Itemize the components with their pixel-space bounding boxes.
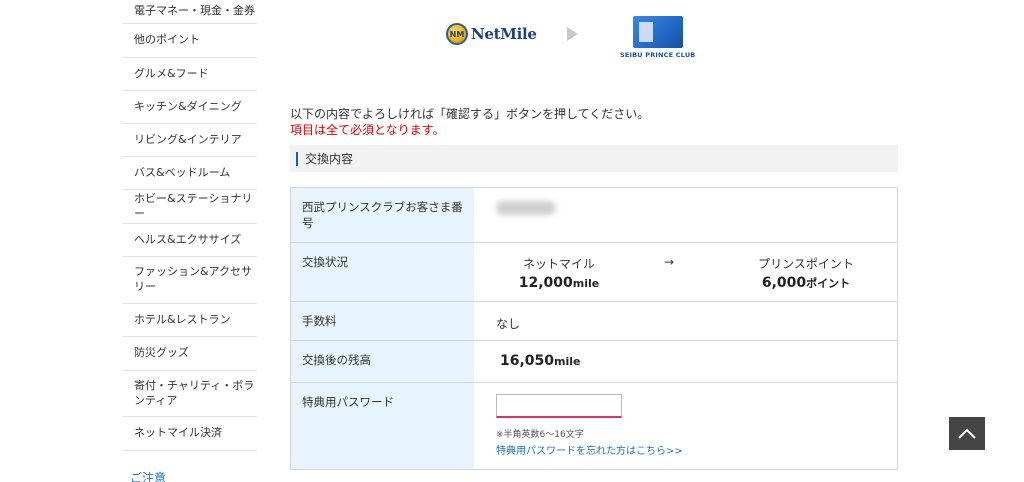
member-number-value (474, 188, 897, 242)
page: 電子マネー・現金・金券 他のポイント グルメ&フード キッチン&ダイニング リビ… (0, 0, 1024, 482)
sidebar-item-other-points[interactable]: 他のポイント (122, 24, 257, 58)
balance-label: 交換後の残高 (291, 341, 474, 382)
sidebar-item-fashion[interactable]: ファッション&アクセサリー (122, 257, 257, 304)
netmile-mark-icon: NM (446, 23, 468, 45)
sidebar-item-e-money[interactable]: 電子マネー・現金・金券 (122, 0, 257, 24)
table-row-member-number: 西武プリンスクラブお客さま番号 (291, 188, 897, 243)
to-amount: 6,000ポイント (761, 275, 851, 291)
exchange-status-label: 交換状況 (291, 243, 474, 301)
fee-label: 手数料 (291, 302, 474, 340)
seibu-prince-card-icon (633, 16, 683, 48)
sidebar-item-kitchen[interactable]: キッチン&ダイニング (122, 91, 257, 124)
sidebar-item-health[interactable]: ヘルス&エクササイズ (122, 224, 257, 257)
exchange-logos: NM NetMile SEIBU PRINCE CLUB (440, 10, 740, 65)
section-header: 交換内容 (290, 145, 898, 172)
password-value: ※半角英数6〜16文字 特典用パスワードを忘れた方はこちら>> (474, 383, 897, 469)
sidebar-item-netmile-payment[interactable]: ネットマイル決済 (122, 417, 257, 451)
exchange-to: プリンスポイント 6,000ポイント (736, 255, 876, 291)
table-row-password: 特典用パスワード ※半角英数6〜16文字 特典用パスワードを忘れた方はこちら>> (291, 383, 897, 469)
sidebar-item-gourmet[interactable]: グルメ&フード (122, 58, 257, 91)
balance-amount: 16,050mile (500, 353, 581, 369)
redacted-member-number (496, 201, 556, 215)
password-input[interactable] (496, 394, 622, 418)
required-notice: 項目は全て必須となります。 (290, 123, 445, 137)
sidebar-item-disaster[interactable]: 防災グッズ (122, 337, 257, 371)
netmile-logo-text: NetMile (471, 25, 537, 43)
forgot-password-link[interactable]: 特典用パスワードを忘れた方はこちら>> (496, 442, 683, 457)
scroll-top-button[interactable] (949, 417, 985, 450)
table-row-balance: 交換後の残高 16,050mile (291, 341, 897, 383)
play-arrow-icon (567, 27, 578, 41)
fee-value: なし (496, 317, 521, 331)
sidebar-item-charity[interactable]: 寄付・チャリティ・ボランティア (122, 371, 257, 417)
exchange-details-table: 西武プリンスクラブお客さま番号 交換状況 ネットマイル 12,000mile →… (290, 187, 898, 470)
exchange-status-value: ネットマイル 12,000mile → プリンスポイント 6,000ポイント (474, 243, 897, 301)
sidebar-item-hobby[interactable]: ホビー&ステーショナリー (122, 190, 257, 224)
balance-value: 16,050mile (474, 341, 897, 382)
from-label: ネットマイル (522, 257, 595, 271)
sidebar-item-hotel[interactable]: ホテル&レストラン (122, 304, 257, 337)
password-hint: ※半角英数6〜16文字 (496, 430, 584, 440)
chevron-up-icon (958, 428, 976, 439)
instruction-text: 以下の内容でよろしければ「確認する」ボタンを押してください。 (290, 107, 650, 121)
notice-link[interactable]: ご注意 (130, 469, 166, 482)
table-row-fee: 手数料 なし (291, 302, 897, 341)
category-sidebar: 電子マネー・現金・金券 他のポイント グルメ&フード キッチン&ダイニング リビ… (122, 0, 257, 451)
exchange-arrow: → (664, 255, 675, 269)
netmile-logo: NM NetMile (446, 23, 537, 45)
to-label: プリンスポイント (758, 257, 854, 271)
password-label: 特典用パスワード (291, 383, 474, 469)
section-title: 交換内容 (305, 152, 354, 166)
table-row-exchange-status: 交換状況 ネットマイル 12,000mile → プリンスポイント 6,000ポ… (291, 243, 897, 302)
member-number-label: 西武プリンスクラブお客さま番号 (291, 188, 474, 242)
section-accent-bar (296, 151, 298, 166)
from-amount: 12,000mile (518, 275, 600, 291)
sidebar-item-bath[interactable]: バス&ベッドルーム (122, 157, 257, 190)
sidebar-item-living[interactable]: リビング&インテリア (122, 124, 257, 157)
exchange-from: ネットマイル 12,000mile (504, 255, 614, 291)
seibu-prince-club-logo-text: SEIBU PRINCE CLUB (620, 51, 696, 59)
